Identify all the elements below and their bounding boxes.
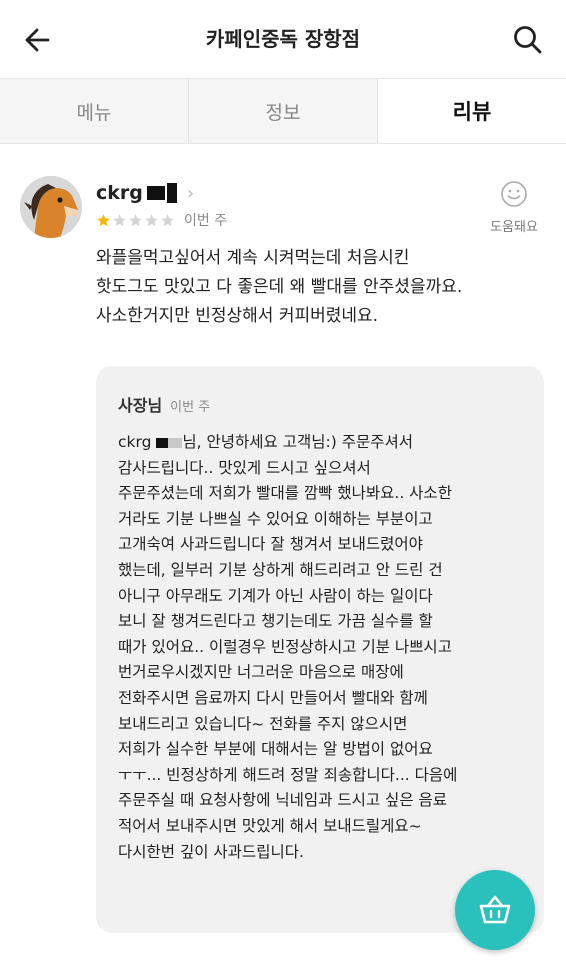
review-date: 이번 주 [184, 213, 228, 229]
chevron-right-icon: › [186, 182, 195, 204]
reply-line: 거라도 기분 나쁘실 수 있어요 이해하는 부분이고 [118, 509, 433, 528]
tab-menu[interactable]: 메뉴 [0, 79, 189, 143]
reply-line: 다시한번 깊이 사과드립니다. [118, 842, 304, 861]
reply-line: 고개숙여 사과드립니다 잘 챙겨서 보내드렸어야 [118, 535, 423, 554]
reply-line: ㅜㅜ... 빈정상하게 해드려 정말 죄송합니다... 다음에 [118, 765, 458, 784]
star-empty-icon [129, 213, 142, 226]
reply-greeting: 님, 안녕하세요 고객님:) 주문주셔서 [182, 433, 413, 451]
reply-line: 아니구 아무래도 기계가 아닌 사람이 하는 일이다 [118, 586, 433, 605]
review-text: 와플을먹고싶어서 계속 시켜먹는데 처음시킨 핫도그도 맛있고 다 좋은데 왜 … [96, 244, 548, 331]
smile-icon [501, 181, 527, 207]
reply-text: ckrg 님, 안녕하세요 고객님:) 주문주셔서 감사드립니다.. 맛있게 드… [118, 430, 538, 865]
reply-line: 번거로우시겠지만 너그러운 마음으로 매장에 [118, 663, 404, 682]
search-icon [514, 26, 542, 54]
reply-line: 감사드립니다.. 맛있게 드시고 싶으셔서 [118, 458, 371, 477]
nickname-mask [146, 186, 165, 200]
reply-line: 보니 잘 챙겨드린다고 챙기는데도 가끔 실수를 할 [118, 612, 433, 631]
reply-author: 사장님 [118, 396, 163, 415]
reply-line: ckrg 님, 안녕하세요 고객님:) 주문주셔서 [118, 430, 538, 456]
helpful-button[interactable]: 도움돼요 [482, 180, 546, 235]
reply-line: 전화주시면 음료까지 다시 만들어서 빨대와 함께 [118, 688, 428, 707]
reply-line: 저희가 실수한 부분에 대해서는 알 방법이 없어요 [118, 740, 433, 759]
review-line: 핫도그도 맛있고 다 좋은데 왜 빨대를 안주셨을까요. [96, 277, 463, 297]
tab-bar: 메뉴 정보 리뷰 [0, 79, 566, 144]
avatar[interactable] [20, 176, 82, 238]
search-button[interactable] [510, 22, 546, 58]
nickname-mask [156, 437, 169, 448]
review-line: 사소한거지만 빈정상해서 커피버렸네요. [96, 306, 379, 326]
helpful-label: 도움돼요 [490, 220, 538, 235]
reply-header: 사장님 이번 주 [118, 392, 210, 416]
tab-info[interactable]: 정보 [189, 79, 378, 143]
reply-line: 주문주셨는데 저희가 빨대를 깜빡 했나봐요.. 사소한 [118, 484, 452, 503]
review-line: 와플을먹고싶어서 계속 시켜먹는데 처음시킨 [96, 248, 410, 268]
rating-row: 이번 주 [96, 210, 227, 230]
reply-line: 적어서 보내주시면 맛있게 해서 보내드릴게요~ [118, 816, 422, 835]
reply-line: 주문주실 때 요청사항에 닉네임과 드시고 싶은 음료 [118, 791, 448, 810]
nickname-mask [168, 437, 183, 448]
reviewer-nickname: ckrg [96, 182, 143, 204]
nickname-mask [166, 183, 177, 203]
owner-reply: 사장님 이번 주 ckrg 님, 안녕하세요 고객님:) 주문주셔서 감사드립니… [96, 366, 544, 933]
star-empty-icon [145, 213, 158, 226]
cart-fab-button[interactable] [455, 870, 535, 950]
tab-reviews[interactable]: 리뷰 [378, 79, 566, 143]
arrow-left-icon [25, 28, 50, 52]
review-content: ckrg › 이번 주 도움돼요 와플을먹고싶어서 계속 시켜먹는데 처음시킨 … [0, 144, 566, 960]
horse-avatar-icon [20, 176, 82, 238]
star-empty-icon [161, 213, 174, 226]
reply-line: 때가 있어요.. 이럴경우 빈정상하시고 기분 나쁘시고 [118, 637, 452, 656]
star-empty-icon [113, 213, 126, 226]
star-filled-icon [97, 213, 110, 226]
page-title: 카페인중독 장항점 [205, 27, 361, 51]
reply-nickname: ckrg [118, 433, 152, 451]
basket-icon [479, 895, 511, 924]
back-button[interactable] [20, 22, 56, 58]
reply-date: 이번 주 [170, 400, 211, 415]
reply-line: 했는데, 일부러 기분 상하게 해드리려고 안 드린 건 [118, 560, 443, 579]
reply-line: 보내드리고 있습니다~ 전화를 주지 않으시면 [118, 714, 408, 733]
star-rating [96, 213, 176, 228]
reviewer-row[interactable]: ckrg › [96, 182, 194, 204]
app-header: 카페인중독 장항점 [0, 0, 566, 79]
